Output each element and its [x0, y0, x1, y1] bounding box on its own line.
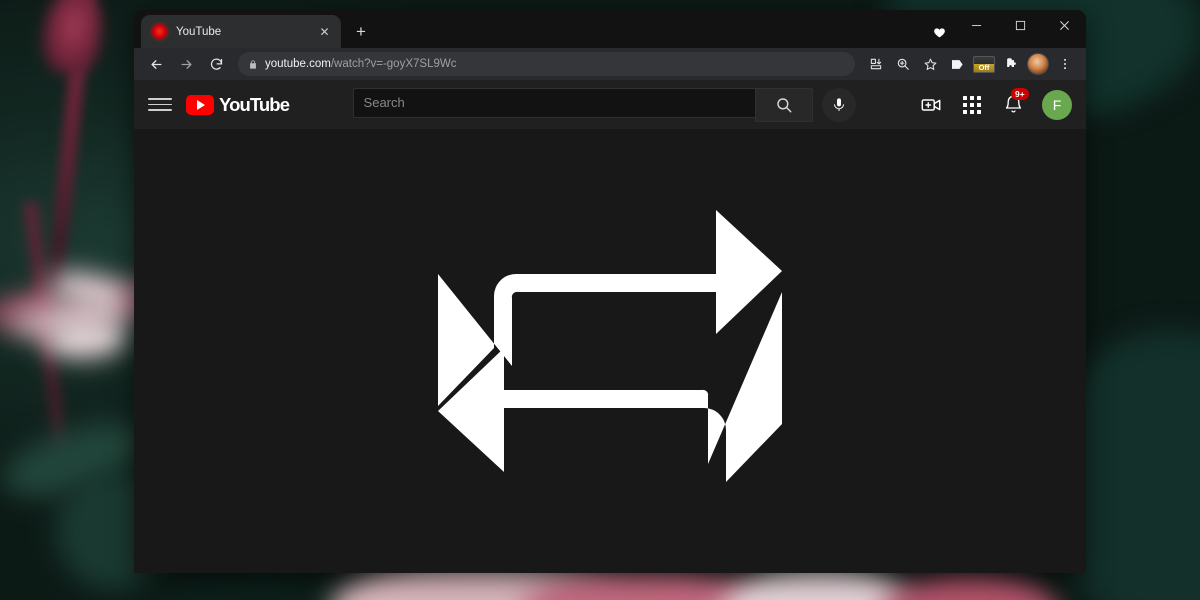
browser-tab-youtube[interactable]: YouTube ✕ — [141, 15, 341, 48]
window-controls — [924, 10, 1086, 48]
browser-menu-icon[interactable] — [1052, 51, 1078, 77]
youtube-logo[interactable]: YouTube — [186, 93, 290, 116]
toolbar-actions: Off — [863, 51, 1078, 77]
extension-off-icon[interactable]: Off — [971, 51, 997, 77]
browser-toolbar: youtube.com/watch?v=-goyX7SL9Wc Off — [134, 48, 1086, 80]
tab-title: YouTube — [176, 25, 222, 38]
youtube-apps-icon[interactable] — [960, 93, 984, 117]
window-maximize-button[interactable] — [998, 10, 1042, 41]
youtube-logo-text: YouTube — [219, 93, 290, 115]
install-app-icon[interactable] — [863, 51, 889, 77]
apps-grid — [963, 95, 981, 114]
back-icon[interactable] — [142, 50, 170, 78]
tab-close-icon[interactable]: ✕ — [316, 23, 333, 40]
address-bar-url: youtube.com/watch?v=-goyX7SL9Wc — [265, 58, 456, 70]
heart-icon — [924, 10, 954, 48]
search-input[interactable]: Search — [352, 87, 755, 118]
voice-search-button[interactable] — [821, 87, 856, 122]
extensions-puzzle-icon[interactable] — [998, 51, 1024, 77]
window-minimize-button[interactable] — [954, 10, 998, 41]
youtube-page: YouTube Search 9+ F — [134, 80, 1086, 573]
bookmark-star-icon[interactable] — [917, 51, 943, 77]
guide-menu-icon[interactable] — [148, 93, 172, 117]
masthead-center: Search — [289, 87, 919, 122]
masthead-start: YouTube — [148, 93, 290, 117]
tag-flag-icon[interactable] — [944, 51, 970, 77]
profile-photo — [1027, 53, 1049, 75]
account-avatar[interactable]: F — [1042, 89, 1072, 120]
window-close-button[interactable] — [1042, 10, 1086, 41]
masthead-end: 9+ F — [919, 87, 1072, 120]
lock-icon — [248, 59, 258, 70]
browser-window: YouTube ✕ + youtube.com/watch?v=-goyX7SL… — [134, 10, 1086, 573]
notifications-icon[interactable]: 9+ — [1001, 87, 1029, 117]
tab-strip: YouTube ✕ + — [134, 10, 1086, 48]
zoom-icon[interactable] — [890, 51, 916, 77]
loop-repeat-icon — [438, 196, 782, 502]
url-domain: youtube.com — [265, 58, 331, 70]
address-bar[interactable]: youtube.com/watch?v=-goyX7SL9Wc — [238, 52, 855, 76]
reload-icon[interactable] — [202, 50, 230, 78]
create-video-icon[interactable] — [919, 93, 943, 117]
youtube-play-icon — [186, 94, 214, 115]
url-path: /watch?v=-goyX7SL9Wc — [330, 58, 457, 70]
search-button[interactable] — [754, 87, 813, 122]
youtube-content-area — [134, 129, 1086, 573]
browser-profile-avatar[interactable] — [1025, 51, 1051, 77]
notifications-badge: 9+ — [1011, 87, 1029, 100]
extension-off-badge: Off — [973, 55, 995, 73]
new-tab-button[interactable]: + — [348, 18, 374, 44]
youtube-favicon-icon — [152, 24, 167, 39]
search-group: Search — [352, 87, 813, 122]
youtube-masthead: YouTube Search 9+ F — [134, 80, 1086, 129]
forward-icon[interactable] — [172, 50, 200, 78]
